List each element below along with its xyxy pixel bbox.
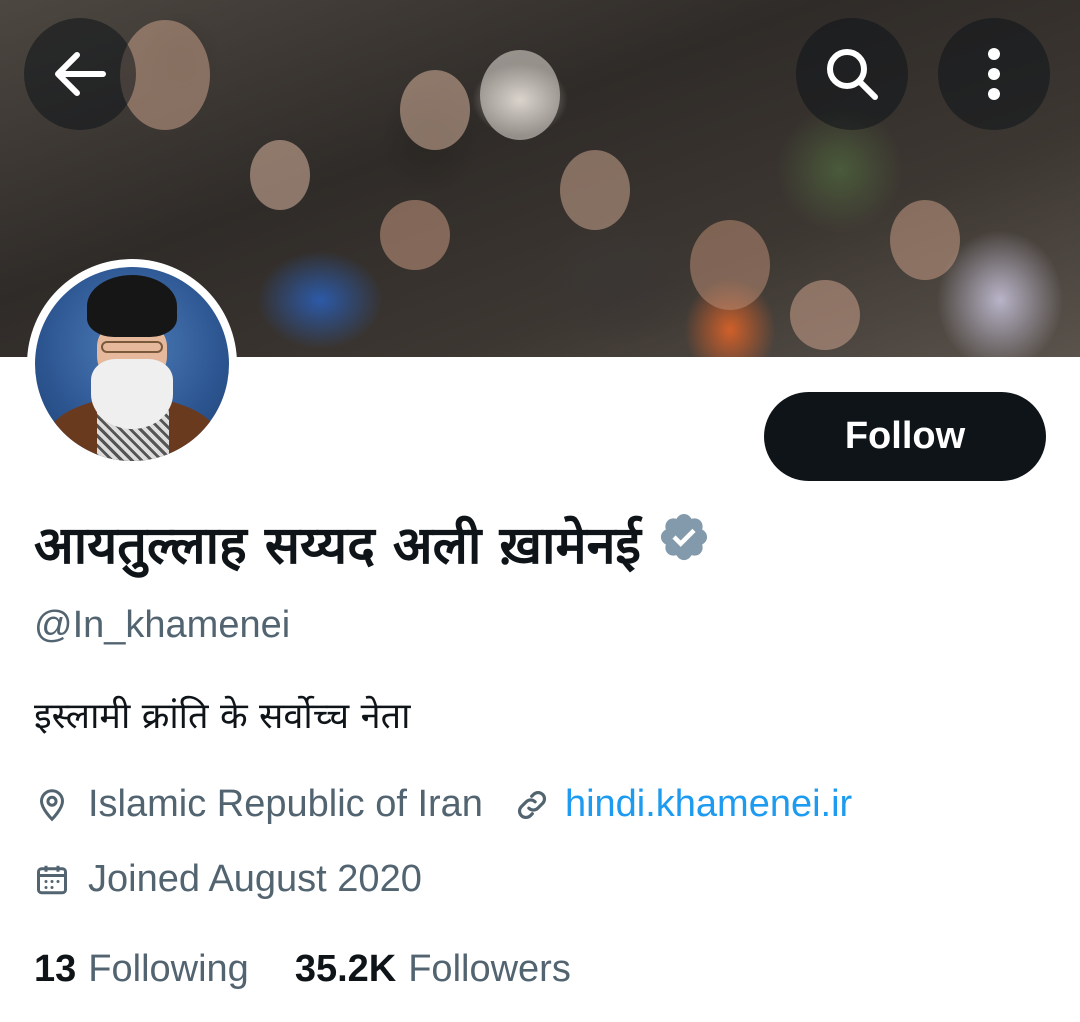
follow-button[interactable]: Follow [764, 392, 1046, 481]
location-text: Islamic Republic of Iran [88, 783, 483, 825]
follow-stats: 13 Following 35.2K Followers [34, 948, 571, 991]
link-icon [513, 786, 551, 824]
location-icon [34, 786, 70, 824]
verified-badge-icon[interactable] [657, 510, 711, 577]
search-button[interactable] [796, 18, 908, 130]
search-icon [824, 46, 880, 102]
followers-count: 35.2K [294, 948, 397, 990]
back-button[interactable] [24, 18, 136, 130]
calendar-icon [34, 861, 70, 899]
followers-label: Followers [408, 948, 571, 990]
profile-avatar[interactable] [27, 259, 237, 469]
followers-link[interactable]: 35.2K Followers [295, 948, 571, 991]
following-label: Following [88, 948, 249, 990]
avatar-image [35, 267, 229, 461]
more-button[interactable] [938, 18, 1050, 130]
following-count: 13 [34, 948, 77, 990]
display-name-text: आयतुल्लाह सय्यद अली ख़ामेनई [34, 516, 641, 576]
website-link[interactable]: hindi.khamenei.ir [565, 783, 852, 826]
arrow-left-icon [53, 51, 107, 97]
more-vertical-icon [987, 47, 1001, 101]
profile-display-name: आयतुल्लाह सय्यद अली ख़ामेनई [34, 508, 711, 579]
joined-row: Joined August 2020 [34, 858, 422, 901]
profile-bio: इस्लामी क्रांति के सर्वोच्च नेता [34, 696, 411, 737]
following-link[interactable]: 13 Following [34, 948, 249, 991]
profile-handle: @In_khamenei [34, 604, 291, 646]
joined-text: Joined August 2020 [88, 858, 422, 900]
profile-meta-row: Islamic Republic of Iran hindi.khamenei.… [34, 783, 852, 826]
